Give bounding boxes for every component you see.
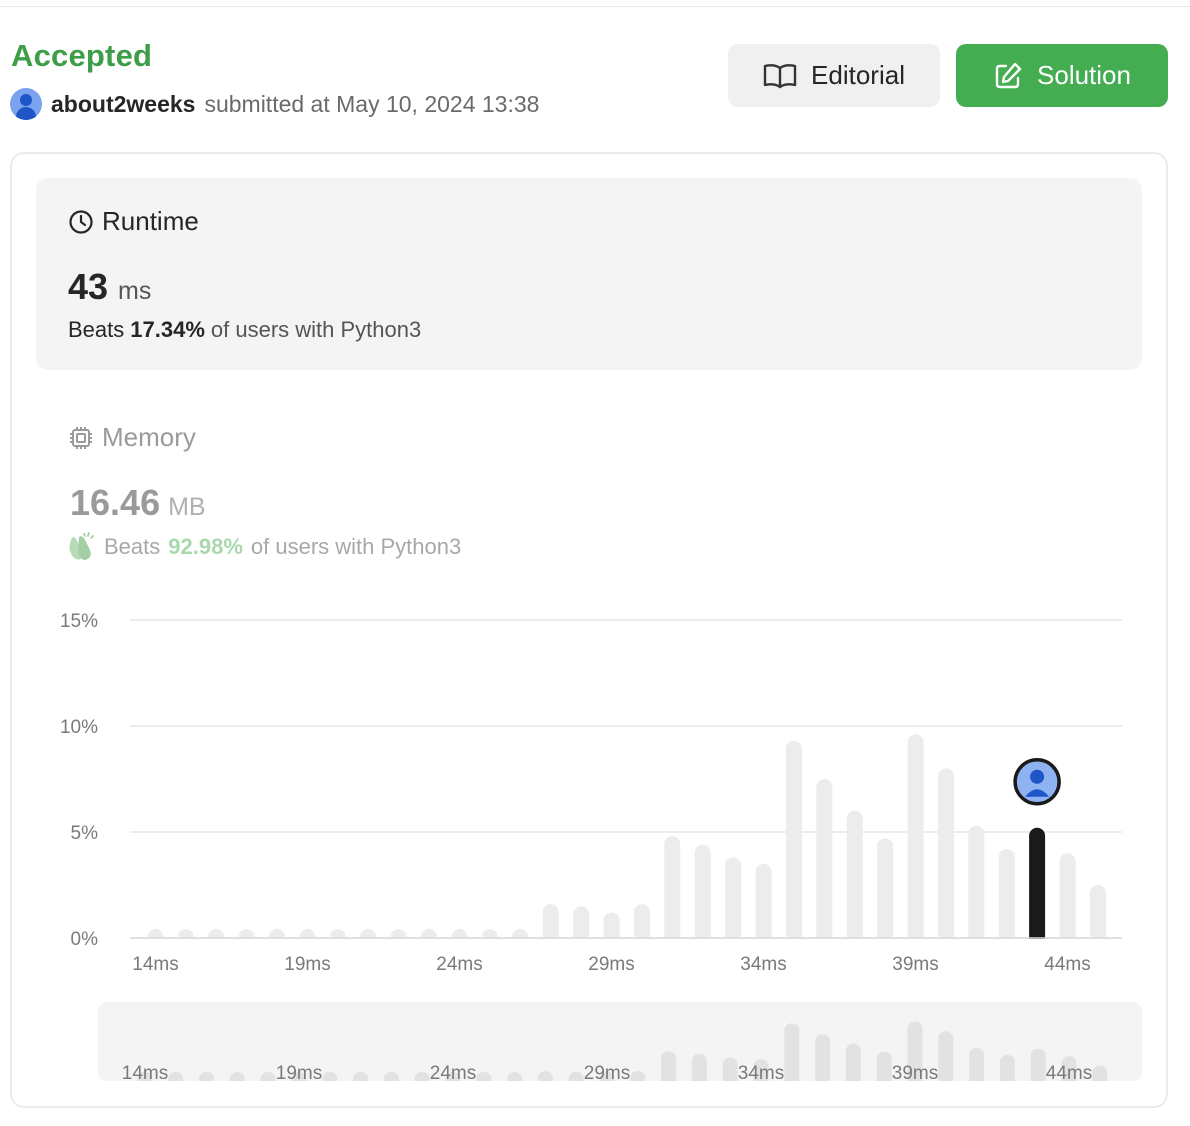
chart-bar[interactable] [147, 929, 164, 946]
chart-bar[interactable] [1089, 885, 1106, 946]
chart-bar[interactable] [725, 857, 742, 946]
chart-bar[interactable] [481, 929, 498, 946]
memory-beats: Beats 92.98% of users with Python3 [66, 532, 461, 562]
user-avatar[interactable] [10, 88, 42, 120]
chart-bar[interactable] [451, 929, 468, 946]
submission-status: Accepted [11, 38, 153, 73]
solution-label: Solution [1037, 60, 1131, 90]
chart-bar[interactable] [1059, 853, 1076, 946]
your-submission-avatar[interactable] [1013, 758, 1061, 806]
editorial-label: Editorial [811, 60, 905, 90]
top-divider [0, 6, 1190, 7]
memory-beats-pct: 92.98% [168, 534, 243, 559]
runtime-title: Runtime [68, 206, 199, 237]
solution-button[interactable]: Solution [956, 44, 1168, 107]
chart-bar[interactable] [907, 734, 924, 946]
chart-bar[interactable] [998, 848, 1015, 946]
chart-bar[interactable] [390, 929, 407, 946]
runtime-beats-pct: 17.34% [130, 317, 205, 342]
memory-title[interactable]: Memory [68, 422, 196, 453]
chart-bar[interactable] [329, 929, 346, 946]
chart-bar[interactable] [177, 929, 194, 946]
chart-bar[interactable] [755, 863, 772, 946]
runtime-beats: Beats 17.34% of users with Python3 [68, 317, 422, 342]
runtime-unit: ms [118, 277, 152, 305]
book-icon [763, 63, 797, 88]
cpu-chip-icon [70, 426, 92, 449]
chart-bar[interactable] [937, 768, 954, 946]
submitter-info: about2weeks submitted at May 10, 2024 13… [10, 88, 539, 120]
chart-bar[interactable] [785, 740, 802, 946]
chart-bar[interactable] [816, 779, 833, 946]
clock-icon [69, 209, 93, 234]
chart-bar[interactable] [238, 929, 255, 946]
username-link[interactable]: about2weeks [51, 91, 195, 118]
memory-value: 16.46 MB [70, 482, 206, 524]
chart-bar[interactable] [512, 929, 529, 946]
chart-bar-highlighted[interactable] [1029, 827, 1046, 946]
runtime-number: 43 [68, 266, 109, 307]
memory-unit: MB [168, 493, 206, 521]
chart-bar[interactable] [877, 838, 894, 946]
chart-bar[interactable] [573, 906, 590, 946]
chart-bar[interactable] [633, 904, 650, 946]
chart-bar[interactable] [299, 929, 316, 946]
chart-bar[interactable] [846, 810, 863, 946]
chart-bar[interactable] [421, 929, 438, 946]
chart-bar[interactable] [603, 912, 620, 946]
chart-bar[interactable] [694, 844, 711, 946]
runtime-value: 43 ms [68, 266, 151, 308]
chart-bar[interactable] [269, 929, 286, 946]
chart-bar[interactable] [360, 929, 377, 946]
edit-icon [995, 62, 1022, 88]
editorial-button[interactable]: Editorial [728, 44, 940, 107]
submitted-at-text: submitted at May 10, 2024 13:38 [204, 90, 540, 117]
chart-bar[interactable] [968, 825, 985, 946]
clapping-hands-icon [69, 532, 94, 560]
memory-number: 16.46 [70, 482, 161, 523]
chart-bar[interactable] [208, 929, 225, 946]
chart-bar[interactable] [664, 836, 681, 946]
chart-bar[interactable] [542, 904, 559, 946]
